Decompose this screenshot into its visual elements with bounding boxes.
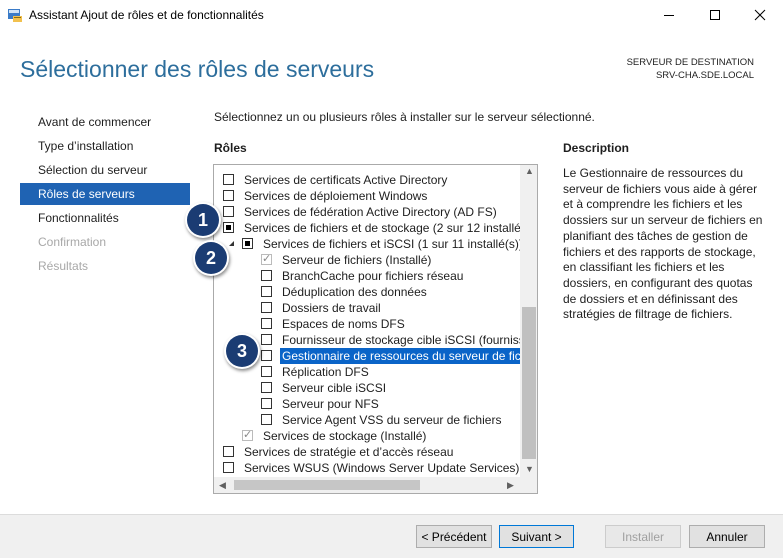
- destination-label: SERVEUR DE DESTINATION: [626, 57, 754, 68]
- nav-item[interactable]: Rôles de serveurs: [20, 183, 190, 205]
- role-label: Serveur de fichiers (Installé): [282, 253, 432, 267]
- role-label: Service Agent VSS du serveur de fichiers: [282, 413, 502, 427]
- install-button[interactable]: Installer: [605, 525, 681, 548]
- role-row[interactable]: Services WSUS (Windows Server Update Ser…: [214, 460, 519, 476]
- role-row[interactable]: Services de certificats Active Directory: [214, 172, 519, 188]
- scroll-right-icon[interactable]: ▶: [507, 480, 514, 491]
- role-row[interactable]: Gestionnaire de ressources du serveur de…: [214, 348, 530, 364]
- app-icon: [7, 7, 23, 23]
- nav-item[interactable]: Avant de commencer: [20, 111, 190, 133]
- role-row[interactable]: Services de stockage (Installé): [214, 427, 519, 444]
- role-label: Services de stockage (Installé): [263, 429, 427, 443]
- next-button[interactable]: Suivant >: [499, 525, 574, 548]
- role-label: Services de stratégie et d’accès réseau: [244, 445, 454, 459]
- role-row[interactable]: Services de stratégie et d’accès réseau: [214, 444, 519, 460]
- role-checkbox[interactable]: [242, 238, 253, 249]
- role-label: Services WSUS (Windows Server Update Ser…: [244, 461, 520, 475]
- role-row[interactable]: Déduplication des données: [214, 284, 519, 300]
- horizontal-scroll-thumb[interactable]: [234, 480, 420, 490]
- role-checkbox[interactable]: [261, 318, 272, 329]
- role-checkbox[interactable]: [261, 334, 272, 345]
- role-label: Espaces de noms DFS: [282, 317, 405, 331]
- role-row[interactable]: Réplication DFS: [214, 364, 519, 380]
- step-badge-2: 2: [195, 242, 227, 274]
- description-heading: Description: [563, 141, 630, 155]
- role-label: Serveur pour NFS: [282, 397, 379, 411]
- role-label: Gestionnaire de ressources du serveur de…: [280, 348, 530, 364]
- destination-server-info: SERVEUR DE DESTINATION SRV-CHA.SDE.LOCAL: [627, 56, 754, 82]
- role-row[interactable]: Services de déploiement Windows: [214, 188, 519, 204]
- role-label: Dossiers de travail: [282, 301, 381, 315]
- scroll-left-icon[interactable]: ◀: [219, 480, 226, 491]
- nav-item: Confirmation: [38, 235, 107, 249]
- role-row[interactable]: Serveur pour NFS: [214, 396, 519, 412]
- role-checkbox[interactable]: [261, 414, 272, 425]
- role-label: Services de certificats Active Directory: [244, 173, 448, 187]
- vertical-scroll-thumb[interactable]: [522, 307, 536, 459]
- role-row[interactable]: Fournisseur de stockage cible iSCSI (fou…: [214, 332, 531, 348]
- role-label: Services de fichiers et de stockage (2 s…: [244, 221, 531, 235]
- nav-item: Résultats: [38, 259, 89, 273]
- role-checkbox: [261, 251, 272, 267]
- role-row[interactable]: Dossiers de travail: [214, 300, 519, 316]
- minimize-button[interactable]: [646, 0, 692, 30]
- role-row[interactable]: Services de fichiers et iSCSI (1 sur 11 …: [214, 236, 523, 252]
- role-checkbox[interactable]: [223, 446, 234, 457]
- role-checkbox[interactable]: [261, 398, 272, 409]
- instruction-text: Sélectionnez un ou plusieurs rôles à ins…: [214, 110, 595, 124]
- roles-tree[interactable]: Services de certificats Active Directory…: [213, 164, 538, 494]
- step-badge-1: 1: [187, 204, 219, 236]
- scrollbar-corner: [520, 477, 537, 493]
- role-checkbox[interactable]: [261, 350, 272, 361]
- role-checkbox[interactable]: [223, 174, 234, 185]
- role-checkbox[interactable]: [223, 206, 234, 217]
- close-button[interactable]: [737, 0, 783, 30]
- nav-item[interactable]: Type d’installation: [20, 135, 190, 157]
- close-icon: [754, 9, 766, 21]
- role-row[interactable]: Serveur de fichiers (Installé): [214, 251, 519, 268]
- collapse-arrow-icon[interactable]: [229, 241, 234, 246]
- role-label: Serveur cible iSCSI: [282, 381, 387, 395]
- minimize-icon: [664, 15, 674, 16]
- role-label: Services de fichiers et iSCSI (1 sur 11 …: [263, 237, 523, 251]
- role-checkbox[interactable]: [261, 270, 272, 281]
- cancel-button[interactable]: Annuler: [689, 525, 765, 548]
- window-title: Assistant Ajout de rôles et de fonctionn…: [29, 8, 264, 22]
- role-checkbox[interactable]: [261, 286, 272, 297]
- role-row[interactable]: Espaces de noms DFS: [214, 316, 519, 332]
- nav-item[interactable]: Fonctionnalités: [20, 207, 190, 229]
- roles-heading: Rôles: [214, 141, 247, 155]
- destination-server-name: SRV-CHA.SDE.LOCAL: [655, 70, 754, 81]
- role-label: Réplication DFS: [282, 365, 369, 379]
- role-label: Fournisseur de stockage cible iSCSI (fou…: [282, 333, 532, 347]
- role-label: Services de déploiement Windows: [244, 189, 428, 203]
- role-row[interactable]: Services de fédération Active Directory …: [214, 204, 519, 220]
- role-checkbox[interactable]: [261, 366, 272, 377]
- role-checkbox[interactable]: [223, 462, 234, 473]
- role-checkbox[interactable]: [261, 382, 272, 393]
- description-text: Le Gestionnaire de ressources du serveur…: [563, 166, 763, 322]
- role-label: Déduplication des données: [282, 285, 427, 299]
- role-label: Services de fédération Active Directory …: [244, 205, 497, 219]
- role-row[interactable]: Serveur cible iSCSI: [214, 380, 519, 396]
- page-title: Sélectionner des rôles de serveurs: [20, 56, 375, 82]
- previous-button[interactable]: < Précédent: [416, 525, 492, 548]
- role-checkbox: [242, 427, 253, 443]
- maximize-icon: [710, 10, 720, 20]
- role-label: BranchCache pour fichiers réseau: [282, 269, 464, 283]
- role-row[interactable]: Service Agent VSS du serveur de fichiers: [214, 412, 519, 428]
- role-checkbox[interactable]: [223, 190, 234, 201]
- maximize-button[interactable]: [692, 0, 738, 30]
- step-badge-3: 3: [226, 335, 258, 367]
- role-row[interactable]: BranchCache pour fichiers réseau: [214, 268, 519, 284]
- nav-item[interactable]: Sélection du serveur: [20, 159, 190, 181]
- role-row[interactable]: Services de fichiers et de stockage (2 s…: [214, 220, 531, 236]
- scroll-up-icon[interactable]: ▲: [525, 166, 534, 176]
- scroll-down-icon[interactable]: ▼: [525, 464, 534, 474]
- role-checkbox[interactable]: [223, 222, 234, 233]
- role-checkbox[interactable]: [261, 302, 272, 313]
